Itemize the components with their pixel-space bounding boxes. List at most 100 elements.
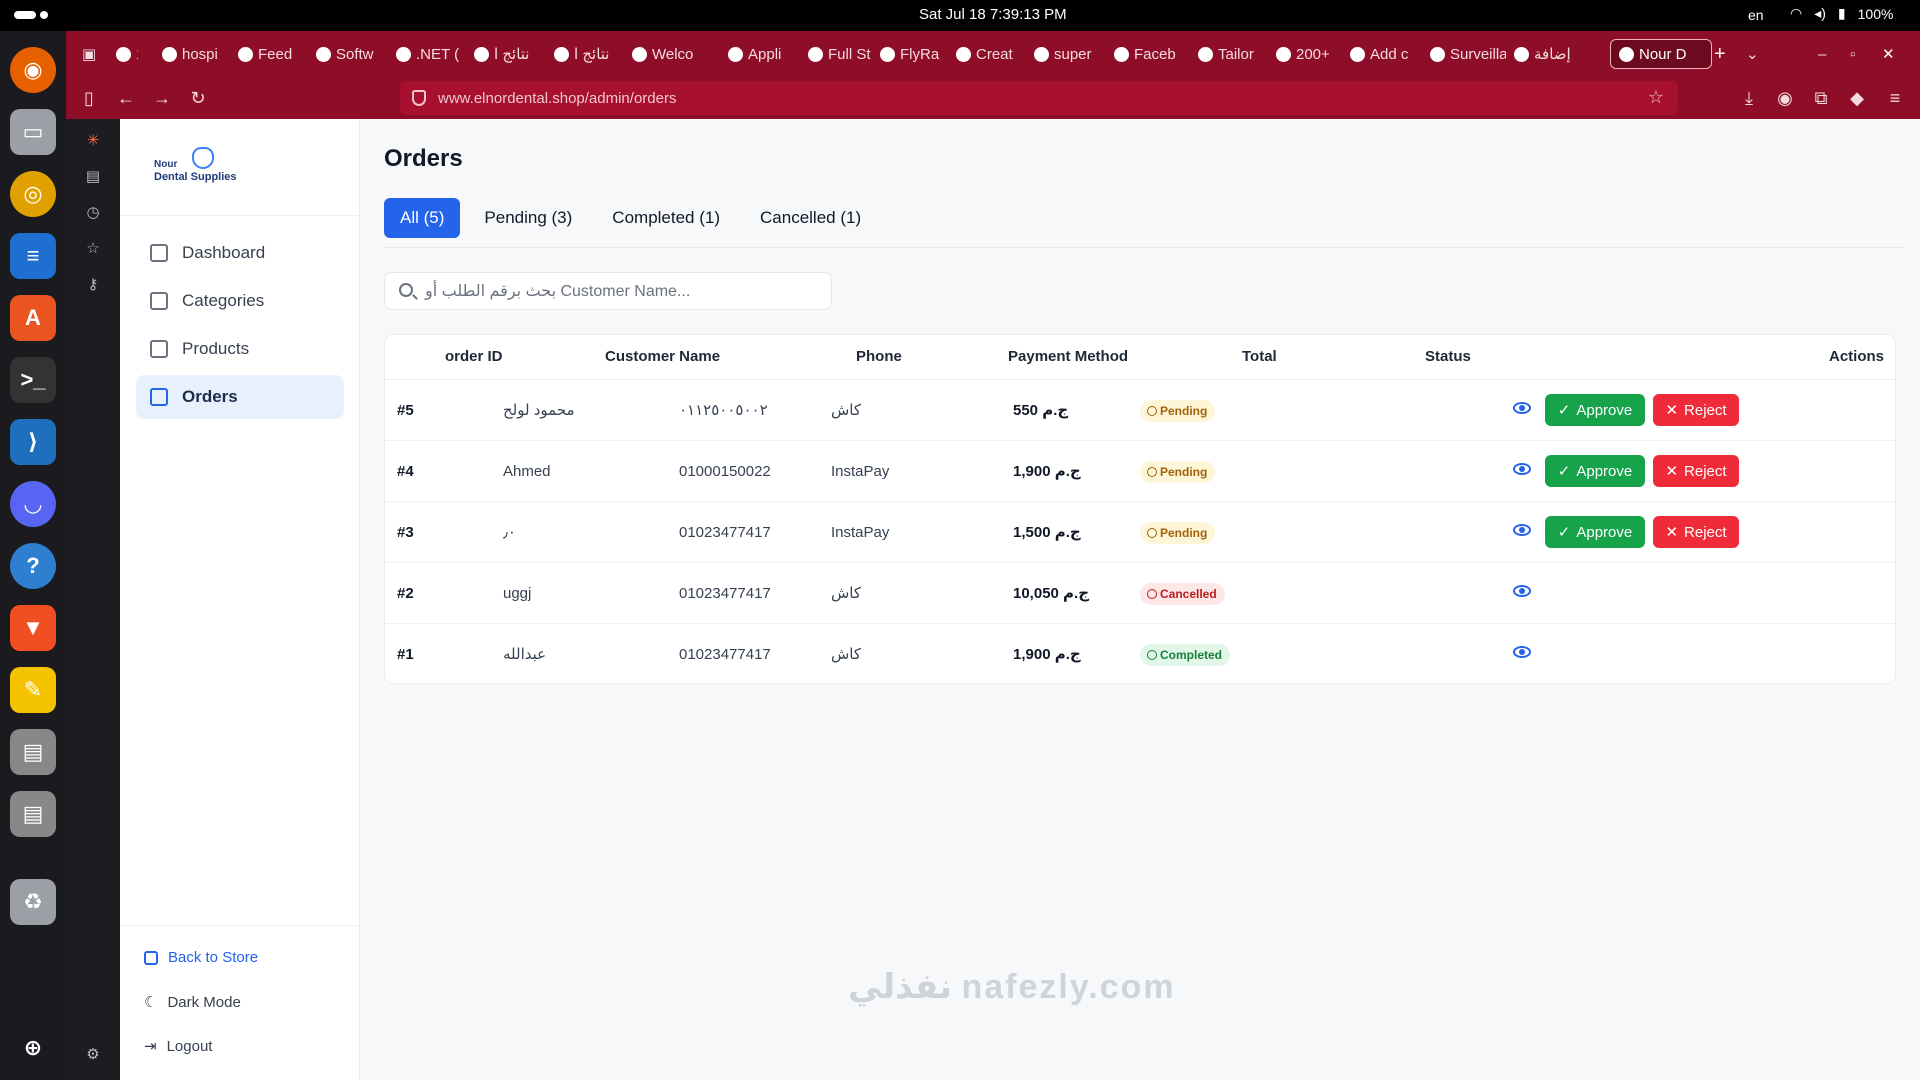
sidebar-item-categories[interactable]: Categories: [136, 279, 344, 323]
new-tab-button[interactable]: +: [1714, 39, 1736, 69]
extension-badge-icon[interactable]: ◆: [1844, 85, 1870, 111]
address-bar[interactable]: www.elnordental.shop/admin/orders ☆: [400, 81, 1678, 115]
browser-tab[interactable]: Nour D: [1610, 39, 1712, 69]
window-restore-button[interactable]: ▫: [1850, 39, 1870, 69]
browser-tab[interactable]: 18: [116, 39, 138, 69]
rhythmbox-icon[interactable]: ◎: [10, 171, 56, 217]
tab-pending[interactable]: Pending (3): [468, 198, 588, 238]
drive-ssd-icon-2[interactable]: ▤: [10, 791, 56, 837]
browser-tab[interactable]: نتائج ا: [554, 39, 620, 69]
show-apps-icon[interactable]: ⊕: [10, 1025, 56, 1071]
browser-tab[interactable]: Creat: [956, 39, 1022, 69]
firefox-icon[interactable]: ◉: [10, 47, 56, 93]
downloads-icon[interactable]: ⤓: [1736, 85, 1762, 111]
dark-mode-toggle[interactable]: ☾ Dark Mode: [144, 993, 241, 1012]
sidebar-item-orders[interactable]: Orders: [136, 375, 344, 419]
payment-method: كاش: [831, 646, 862, 663]
discord-icon[interactable]: ◡: [10, 481, 56, 527]
approve-button[interactable]: ✓ Approve: [1545, 455, 1645, 487]
approve-label: Approve: [1576, 523, 1633, 541]
browser-tab[interactable]: Surveilla: [1430, 39, 1506, 69]
tab-overview-icon[interactable]: ▣: [82, 39, 100, 69]
logout-link[interactable]: ⇥ Logout: [144, 1037, 212, 1056]
store-logo[interactable]: Nour Dental Supplies: [152, 147, 272, 197]
customize-gear-icon[interactable]: ⚙: [82, 1045, 104, 1067]
browser-tab[interactable]: super: [1034, 39, 1100, 69]
window-minimize-button[interactable]: –: [1818, 39, 1838, 69]
help-icon[interactable]: ?: [10, 543, 56, 589]
system-tray[interactable]: ◠ ◂) ▮ 100%: [1790, 5, 1893, 22]
tab-completed[interactable]: Completed (1): [596, 198, 736, 238]
search-input[interactable]: بحث برقم الطلب أو Customer Name...: [384, 272, 832, 310]
writer-icon[interactable]: ≡: [10, 233, 56, 279]
sidebar-item-products[interactable]: Products: [136, 327, 344, 371]
browser-tab[interactable]: Welco: [632, 39, 708, 69]
bookmark-star-icon[interactable]: ☆: [1648, 87, 1664, 108]
sidebar-item-dashboard[interactable]: Dashboard: [136, 231, 344, 275]
status-badge: Pending: [1140, 522, 1216, 544]
browser-tab[interactable]: Tailor: [1198, 39, 1264, 69]
browser-tab-label: hospi: [182, 45, 218, 63]
workspace-indicator[interactable]: [14, 11, 54, 19]
view-eye-icon[interactable]: [1513, 585, 1531, 597]
reject-button[interactable]: ✕ Reject: [1653, 455, 1739, 487]
browser-tab[interactable]: Feed: [238, 39, 300, 69]
tab-cancelled[interactable]: Cancelled (1): [744, 198, 877, 238]
view-eye-icon[interactable]: [1513, 402, 1531, 414]
orders-main: Orders All (5) Pending (3) Completed (1)…: [384, 119, 1904, 1080]
view-eye-icon[interactable]: [1513, 463, 1531, 475]
column-header-phone: Phone: [856, 348, 902, 365]
vscode-icon[interactable]: ⟩: [10, 419, 56, 465]
terminal-icon[interactable]: >_: [10, 357, 56, 403]
back-to-store-link[interactable]: Back to Store: [144, 949, 258, 966]
browser-tab[interactable]: Softw: [316, 39, 382, 69]
tab-all[interactable]: All (5): [384, 198, 461, 238]
browser-tab[interactable]: Appli: [728, 39, 794, 69]
browser-tab[interactable]: 200+: [1276, 39, 1338, 69]
back-button[interactable]: ←: [113, 85, 139, 111]
reject-button[interactable]: ✕ Reject: [1653, 394, 1739, 426]
browser-tab[interactable]: إضافة: [1514, 39, 1598, 69]
browser-tab[interactable]: Full St: [808, 39, 874, 69]
approve-button[interactable]: ✓ Approve: [1545, 516, 1645, 548]
text-editor-icon[interactable]: ✎: [10, 667, 56, 713]
view-eye-icon[interactable]: [1513, 524, 1531, 536]
sidebar-item-label: Orders: [182, 387, 238, 406]
browser-tab[interactable]: نتائج ا: [474, 39, 540, 69]
approve-button[interactable]: ✓ Approve: [1545, 394, 1645, 426]
input-language[interactable]: en: [1748, 7, 1764, 23]
account-icon[interactable]: ◉: [1772, 85, 1798, 111]
reload-button[interactable]: ↻: [185, 85, 211, 111]
reject-button[interactable]: ✕ Reject: [1653, 516, 1739, 548]
extensions-icon[interactable]: ⧉: [1808, 85, 1834, 111]
tab-list-chevron-icon[interactable]: ⌄: [1746, 39, 1764, 69]
browser-tab[interactable]: hospi: [162, 39, 224, 69]
browser-tab[interactable]: Faceb: [1114, 39, 1180, 69]
history-icon[interactable]: ◷: [82, 203, 104, 225]
system-clock[interactable]: Sat Jul 18 7:39:13 PM: [919, 6, 1067, 23]
forward-button[interactable]: →: [149, 85, 175, 111]
browser-tab[interactable]: Add c: [1350, 39, 1420, 69]
dashboard-grid-icon: [150, 244, 168, 262]
browser-tab-label: Full St: [828, 45, 871, 63]
window-close-button[interactable]: ✕: [1882, 39, 1902, 69]
sidebar-toggle-icon[interactable]: ▯: [76, 85, 102, 111]
browser-tab[interactable]: FlyRa: [880, 39, 946, 69]
synced-tabs-icon[interactable]: ▤: [82, 167, 104, 189]
ai-chatbot-icon[interactable]: ✳: [82, 131, 104, 153]
trash-icon[interactable]: ♻: [10, 879, 56, 925]
brave-icon[interactable]: ▼: [10, 605, 56, 651]
view-eye-icon[interactable]: [1513, 646, 1531, 658]
battery-level: 100%: [1857, 5, 1894, 22]
order-total: 10,050 ج.م: [1013, 585, 1090, 602]
linkedin-icon: [238, 46, 253, 62]
bookmarks-icon[interactable]: ☆: [82, 239, 104, 261]
passwords-icon[interactable]: ⚷: [82, 275, 104, 297]
app-center-icon[interactable]: A: [10, 295, 56, 341]
drive-ssd-icon[interactable]: ▤: [10, 729, 56, 775]
menu-icon[interactable]: ≡: [1882, 85, 1908, 111]
order-total: 550 ج.م: [1013, 402, 1069, 419]
files-icon[interactable]: ▭: [10, 109, 56, 155]
site-shield-icon[interactable]: [412, 90, 426, 106]
browser-tab[interactable]: .NET (: [396, 39, 462, 69]
